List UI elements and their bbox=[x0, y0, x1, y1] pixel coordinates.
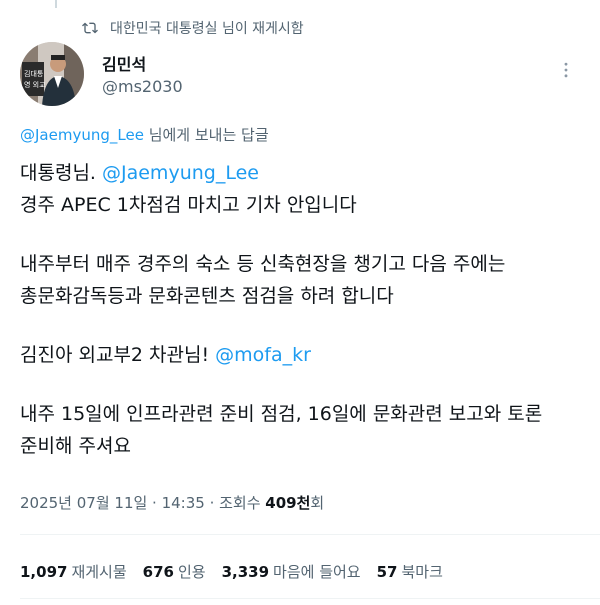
stat-quotes[interactable]: 676 인용 bbox=[143, 561, 206, 582]
thread-connector-line bbox=[55, 0, 57, 8]
user-info: 김민석 @ms2030 bbox=[102, 54, 183, 98]
avatar-sign-text-1: 김대통 bbox=[24, 70, 44, 78]
mention-link[interactable]: @mofa_kr bbox=[215, 344, 311, 366]
post-timestamp[interactable]: 2025년 07월 11일 · 14:35 · 조회수 bbox=[20, 494, 265, 512]
avatar-sign-text-2: 영 외교 bbox=[24, 80, 46, 89]
divider bbox=[20, 598, 600, 599]
stat-number: 676 bbox=[142, 563, 174, 581]
post-metadata: 2025년 07월 11일 · 14:35 · 조회수 409천회 bbox=[20, 492, 324, 513]
more-options-button[interactable] bbox=[552, 56, 580, 84]
stat-label: 북마크 bbox=[401, 563, 443, 581]
stat-number: 57 bbox=[376, 563, 398, 581]
reply-suffix: 님에게 보내는 답글 bbox=[143, 126, 269, 144]
mention-link[interactable]: @Jaemyung_Lee bbox=[102, 162, 259, 184]
post-header: 김대통 영 외교 김민석 @ms2030 bbox=[20, 42, 580, 112]
stat-bookmarks[interactable]: 57 북마크 bbox=[377, 561, 443, 582]
post-text: 김진아 외교부2 차관님! bbox=[20, 344, 216, 366]
stat-label: 인용 bbox=[177, 563, 206, 581]
post-line: 총문화감독등과 문화콘텐츠 점검을 하려 합니다 bbox=[20, 285, 394, 307]
view-count: 409천 bbox=[265, 494, 311, 512]
stat-number: 1,097 bbox=[20, 563, 68, 581]
repost-icon bbox=[82, 22, 98, 34]
repost-text: 대한민국 대통령실 님이 재게시함 bbox=[110, 21, 304, 37]
stat-label: 마음에 들어요 bbox=[273, 563, 361, 581]
post-line: 준비해 주셔요 bbox=[20, 435, 131, 457]
stat-number: 3,339 bbox=[221, 563, 270, 581]
more-dots-icon bbox=[564, 62, 568, 78]
divider bbox=[20, 534, 600, 535]
post-text: 대통령님. bbox=[20, 162, 102, 184]
engagement-stats: 1,097 재게시물 676 인용 3,339 마음에 들어요 57 북마크 bbox=[20, 561, 443, 582]
stat-label: 재게시물 bbox=[71, 563, 127, 581]
repost-indicator[interactable]: 대한민국 대통령실 님이 재게시함 bbox=[82, 18, 304, 38]
avatar-image: 김대통 영 외교 bbox=[20, 42, 84, 106]
post-body: 대통령님. @Jaemyung_Lee 경주 APEC 1차점검 마치고 기차 … bbox=[20, 157, 580, 462]
reply-mention-link[interactable]: @Jaemyung_Lee bbox=[20, 126, 144, 144]
post-line: 내주부터 매주 경주의 숙소 등 신축현장을 챙기고 다음 주에는 bbox=[20, 253, 506, 275]
display-name[interactable]: 김민석 bbox=[102, 54, 183, 76]
post-line: 대통령님. @Jaemyung_Lee bbox=[20, 157, 580, 189]
stat-likes[interactable]: 3,339 마음에 들어요 bbox=[222, 561, 361, 582]
post-line: 김진아 외교부2 차관님! @mofa_kr bbox=[20, 339, 580, 371]
avatar[interactable]: 김대통 영 외교 bbox=[20, 42, 84, 106]
reply-context: @Jaemyung_Lee 님에게 보내는 답글 bbox=[20, 124, 269, 145]
user-handle[interactable]: @ms2030 bbox=[102, 76, 183, 98]
stat-reposts[interactable]: 1,097 재게시물 bbox=[20, 561, 127, 582]
post-line: 내주 15일에 인프라관련 준비 점검, 16일에 문화관련 보고와 토론 bbox=[20, 403, 543, 425]
post-line: 경주 APEC 1차점검 마치고 기차 안입니다 bbox=[20, 194, 357, 216]
view-count-suffix: 회 bbox=[310, 494, 325, 512]
